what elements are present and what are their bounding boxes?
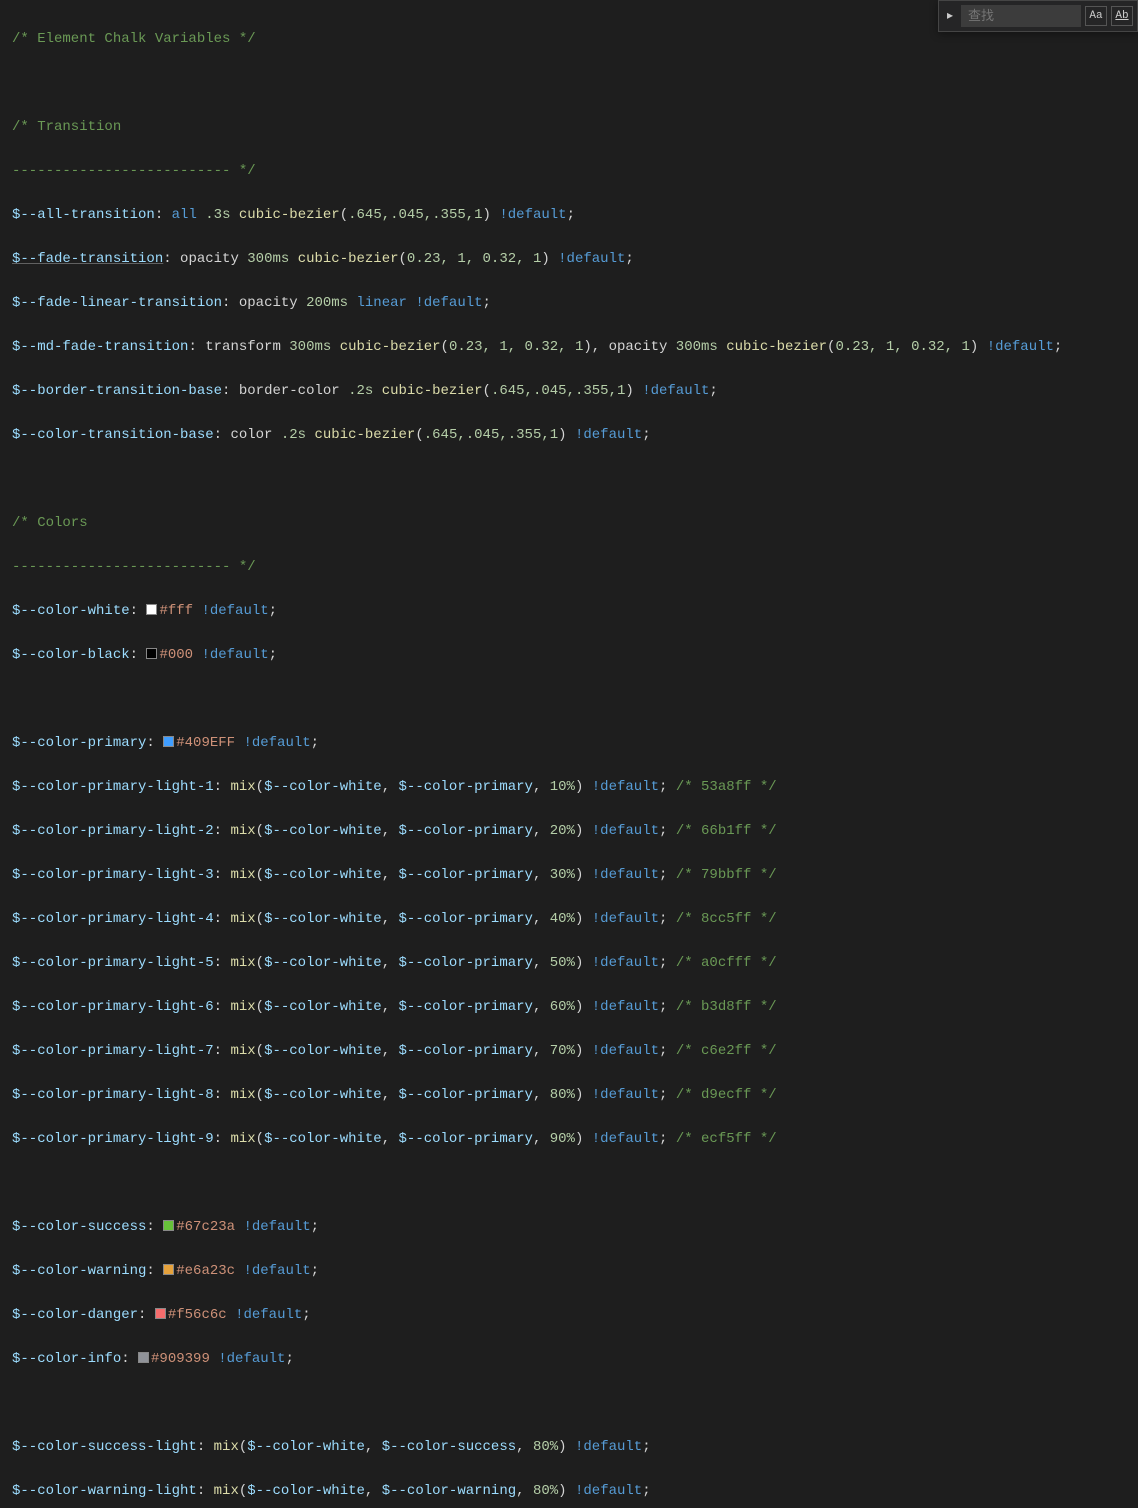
var-color-primary-light-8: $--color-primary-light-8 <box>12 1087 214 1103</box>
var-color-primary-light-4: $--color-primary-light-4 <box>12 911 214 927</box>
var-color-black: $--color-black <box>12 647 130 663</box>
var-fade-linear-transition: $--fade-linear-transition <box>12 295 222 311</box>
find-widget: ▸ Aa Ab <box>938 0 1138 32</box>
color-swatch-icon <box>138 1352 149 1363</box>
color-swatch-icon <box>163 1264 174 1275</box>
var-color-info: $--color-info <box>12 1351 121 1367</box>
match-whole-word-button[interactable]: Ab <box>1111 6 1133 26</box>
find-toggle-replace-icon[interactable]: ▸ <box>943 5 957 27</box>
var-color-primary-light-7: $--color-primary-light-7 <box>12 1043 214 1059</box>
find-input[interactable] <box>961 5 1081 27</box>
var-fade-transition: $--fade-transition <box>12 251 163 267</box>
comment-header: /* Element Chalk Variables */ <box>12 31 256 47</box>
color-swatch-icon <box>146 648 157 659</box>
comment-transition-open: /* Transition <box>12 119 121 135</box>
var-color-primary-light-1: $--color-primary-light-1 <box>12 779 214 795</box>
var-color-primary-light-9: $--color-primary-light-9 <box>12 1131 214 1147</box>
var-color-primary: $--color-primary <box>12 735 146 751</box>
var-color-primary-light-5: $--color-primary-light-5 <box>12 955 214 971</box>
var-color-white: $--color-white <box>12 603 130 619</box>
color-swatch-icon <box>146 604 157 615</box>
var-color-primary-light-2: $--color-primary-light-2 <box>12 823 214 839</box>
var-color-danger: $--color-danger <box>12 1307 138 1323</box>
var-color-warning: $--color-warning <box>12 1263 146 1279</box>
var-md-fade-transition: $--md-fade-transition <box>12 339 188 355</box>
var-color-warning-light: $--color-warning-light <box>12 1483 197 1499</box>
var-border-transition-base: $--border-transition-base <box>12 383 222 399</box>
var-color-success: $--color-success <box>12 1219 146 1235</box>
var-color-primary-light-3: $--color-primary-light-3 <box>12 867 214 883</box>
comment-colors-open: /* Colors <box>12 515 88 531</box>
color-swatch-icon <box>155 1308 166 1319</box>
comment-transition-dash: -------------------------- */ <box>12 163 256 179</box>
color-swatch-icon <box>163 736 174 747</box>
var-color-transition-base: $--color-transition-base <box>12 427 214 443</box>
comment-colors-dash: -------------------------- */ <box>12 559 256 575</box>
var-all-transition: $--all-transition <box>12 207 155 223</box>
var-color-primary-light-6: $--color-primary-light-6 <box>12 999 214 1015</box>
code-editor[interactable]: /* Element Chalk Variables */ /* Transit… <box>0 0 1138 1508</box>
var-color-success-light: $--color-success-light <box>12 1439 197 1455</box>
match-case-button[interactable]: Aa <box>1085 6 1107 26</box>
color-swatch-icon <box>163 1220 174 1231</box>
